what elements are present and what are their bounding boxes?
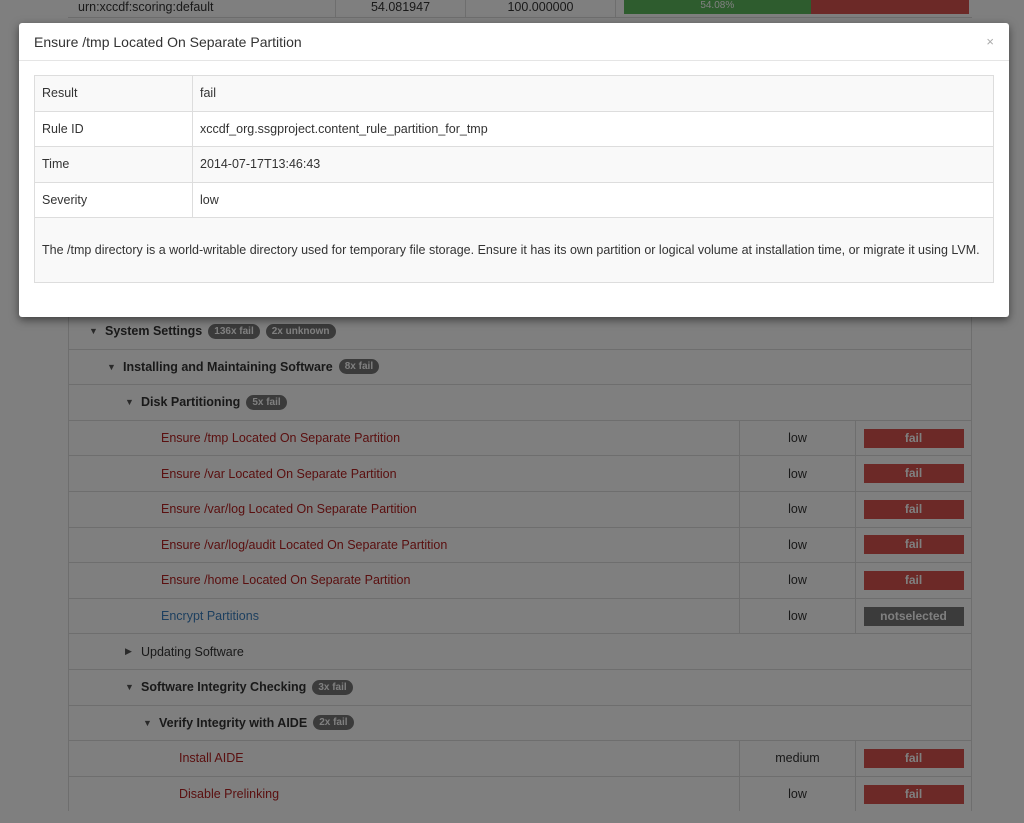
close-icon[interactable]: × <box>986 34 994 49</box>
table-row: Severity low <box>34 181 994 218</box>
table-row: Result fail <box>34 75 994 112</box>
severity-value: low <box>192 181 994 218</box>
modal-title: Ensure /tmp Located On Separate Partitio… <box>34 33 302 50</box>
modal-body: Result fail Rule ID xccdf_org.ssgproject… <box>19 61 1009 297</box>
table-row: Time 2014-07-17T13:46:43 <box>34 146 994 183</box>
table-row: Rule ID xccdf_org.ssgproject.content_rul… <box>34 110 994 147</box>
rule-id-value: xccdf_org.ssgproject.content_rule_partit… <box>192 110 994 147</box>
rule-info-table: Result fail Rule ID xccdf_org.ssgproject… <box>34 75 994 283</box>
rule-description: The /tmp directory is a world-writable d… <box>34 217 994 283</box>
table-row: The /tmp directory is a world-writable d… <box>34 217 994 283</box>
time-value: 2014-07-17T13:46:43 <box>192 146 994 183</box>
time-key: Time <box>34 146 193 183</box>
result-key: Result <box>34 75 193 112</box>
modal-header: Ensure /tmp Located On Separate Partitio… <box>19 23 1009 61</box>
severity-key: Severity <box>34 181 193 218</box>
rule-detail-modal: Ensure /tmp Located On Separate Partitio… <box>19 23 1009 317</box>
rule-id-key: Rule ID <box>34 110 193 147</box>
result-value: fail <box>192 75 994 112</box>
